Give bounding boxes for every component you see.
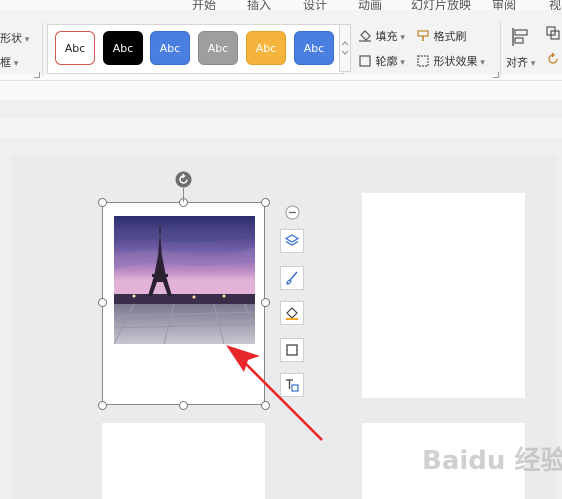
watermark: Baidu 经验 xyxy=(422,446,562,476)
red-arrow-annotation xyxy=(226,345,323,441)
